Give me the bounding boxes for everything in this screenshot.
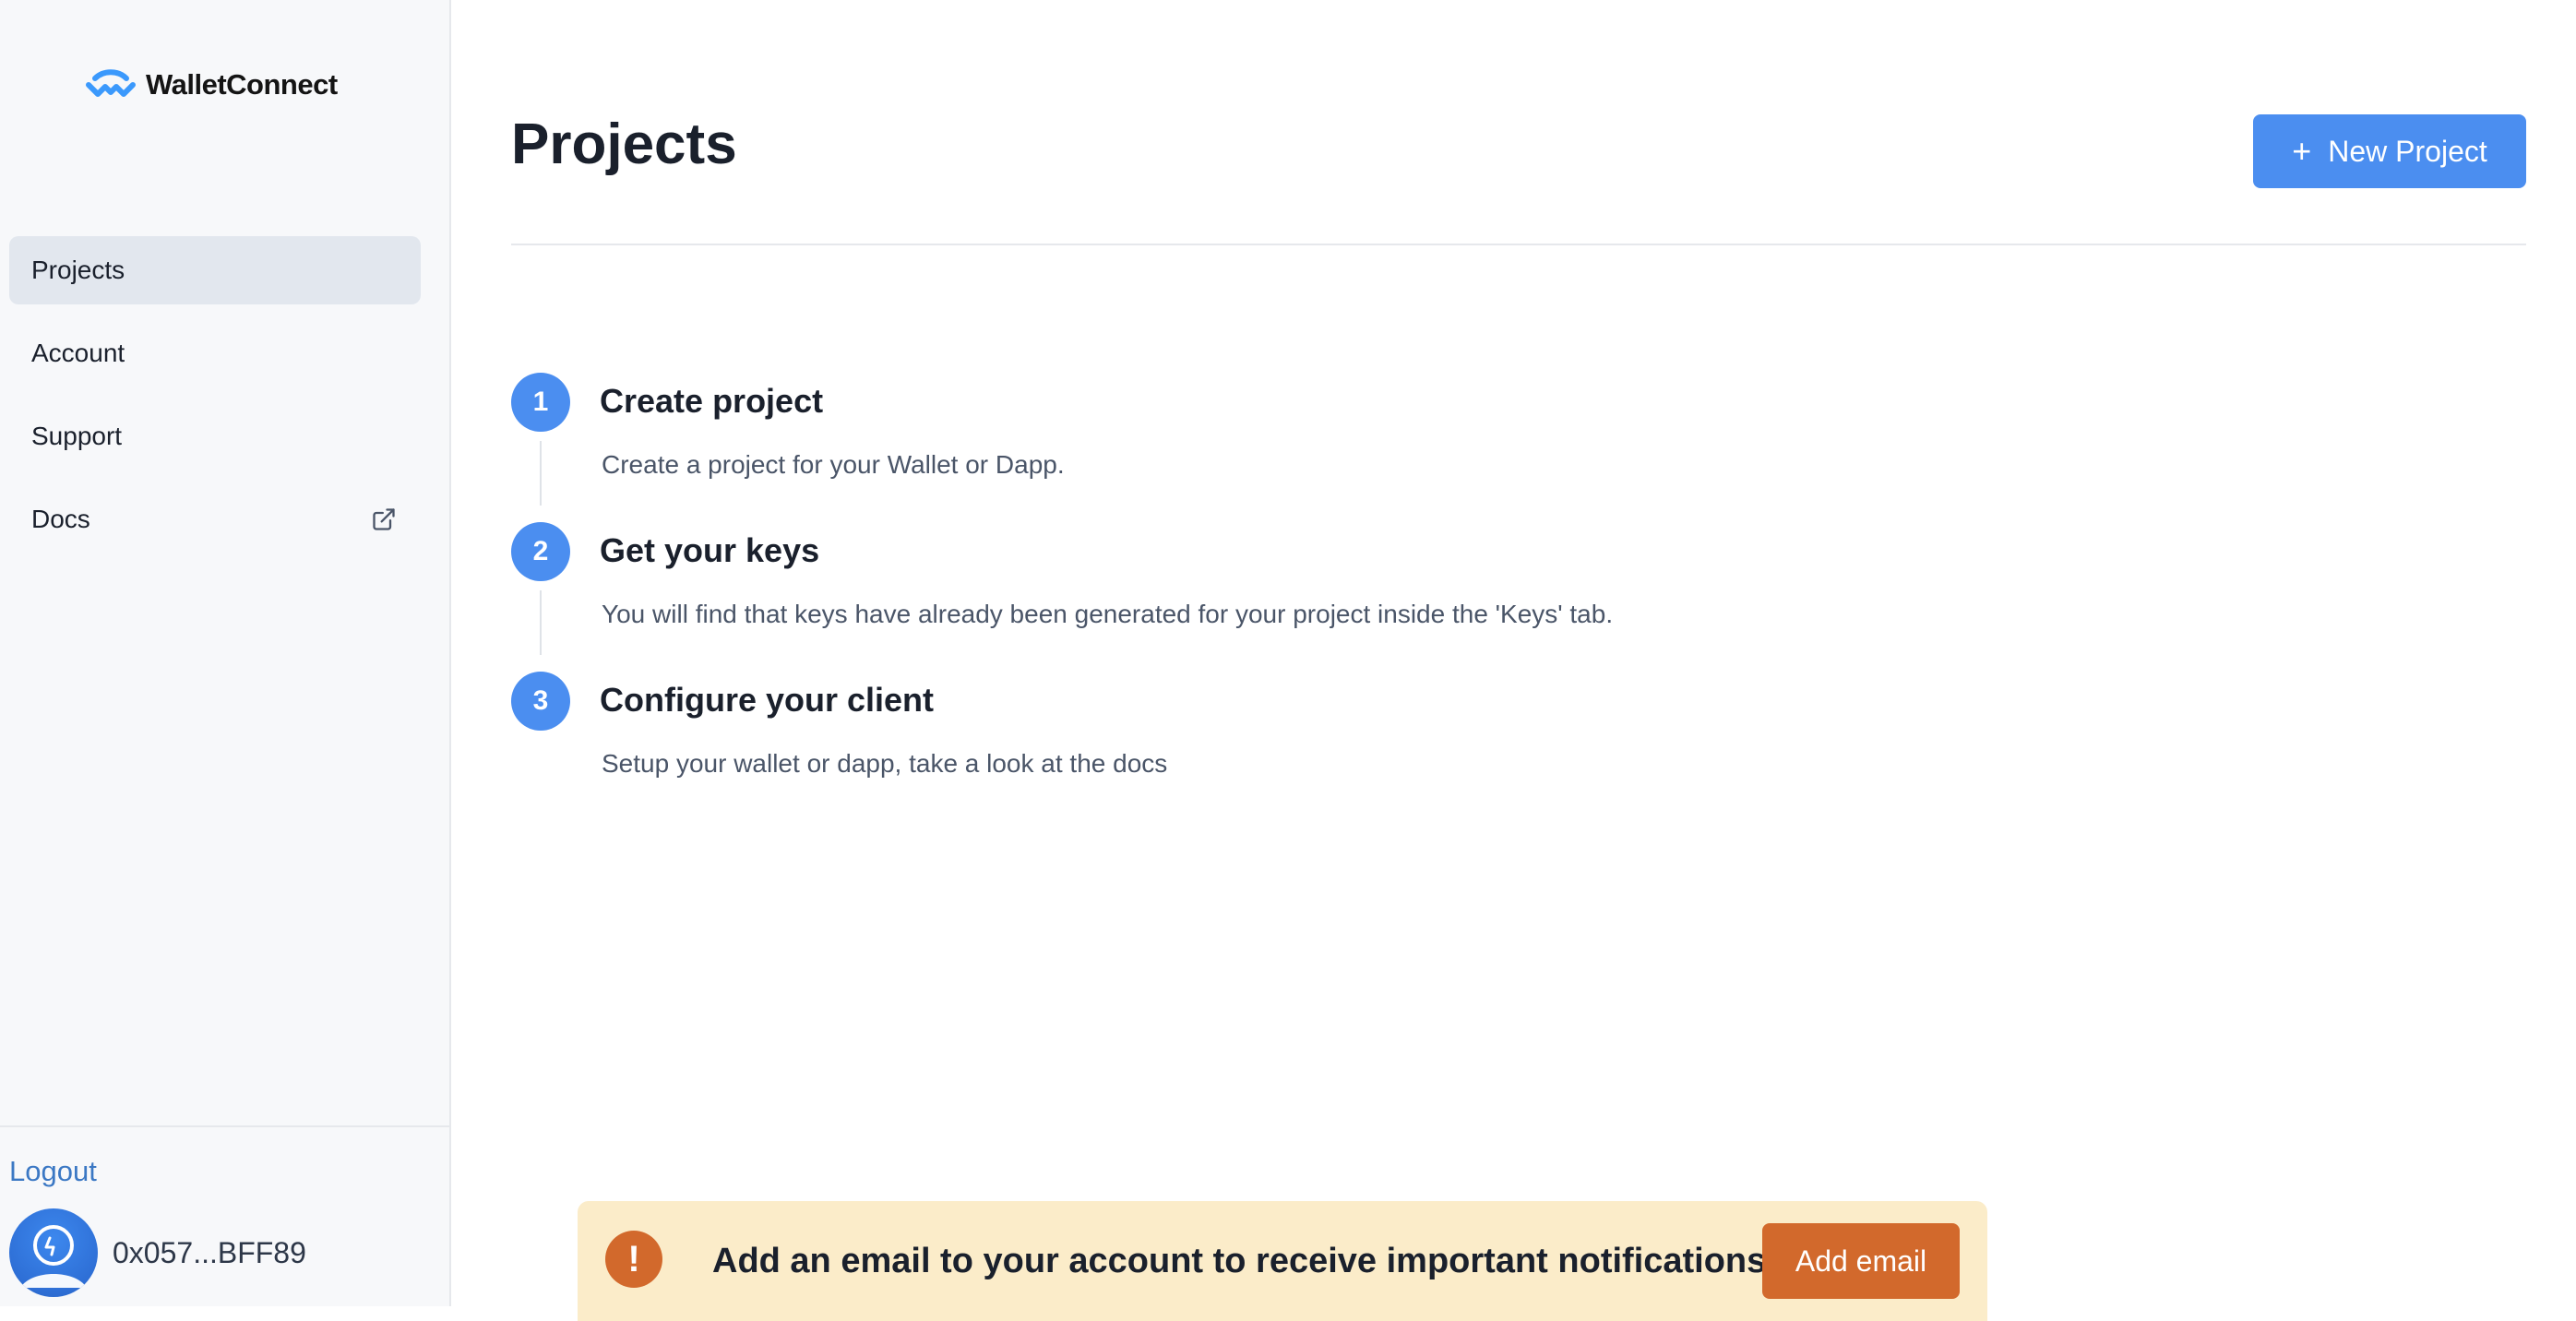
step-description: You will find that keys have already bee… bbox=[602, 600, 1614, 628]
sidebar-item-label: Docs bbox=[31, 505, 90, 533]
sidebar-item-account[interactable]: Account bbox=[9, 319, 421, 387]
user-profile[interactable]: 0x057...BFF89 bbox=[9, 1208, 306, 1297]
step-create-project: 1 Create project Create a project for yo… bbox=[511, 373, 2356, 522]
step-description: Setup your wallet or dapp, take a look a… bbox=[602, 749, 1168, 778]
add-email-button[interactable]: Add email bbox=[1762, 1223, 1960, 1299]
main-content: Projects + New Project 1 Create project … bbox=[511, 0, 2526, 1306]
step-number-badge: 1 bbox=[511, 373, 570, 432]
step-title: Get your keys bbox=[600, 531, 820, 569]
step-configure-client: 3 Configure your client Setup your walle… bbox=[511, 672, 2356, 821]
step-number-badge: 3 bbox=[511, 672, 570, 731]
wallet-address: 0x057...BFF89 bbox=[113, 1235, 306, 1269]
brand-logo[interactable]: WalletConnect bbox=[85, 68, 338, 101]
sidebar-footer: Logout 0x057...BFF89 bbox=[0, 1125, 449, 1297]
header-divider bbox=[511, 244, 2526, 245]
sidebar-item-docs[interactable]: Docs bbox=[9, 485, 421, 553]
step-connector bbox=[540, 590, 542, 655]
sidebar-item-support[interactable]: Support bbox=[9, 402, 421, 470]
step-title: Create project bbox=[600, 382, 824, 420]
external-link-icon bbox=[371, 506, 397, 532]
sidebar-nav: Projects Account Support Docs bbox=[9, 236, 421, 568]
getting-started-steps: 1 Create project Create a project for yo… bbox=[511, 373, 2356, 821]
sidebar-item-label: Support bbox=[31, 422, 123, 450]
walletconnect-logo-icon bbox=[85, 69, 137, 101]
page-title: Projects bbox=[511, 113, 737, 176]
avatar-icon bbox=[9, 1208, 98, 1297]
sidebar-item-label: Account bbox=[31, 339, 125, 367]
step-number-badge: 2 bbox=[511, 522, 570, 581]
exclamation-icon: ! bbox=[605, 1231, 662, 1288]
new-project-button[interactable]: + New Project bbox=[2253, 114, 2526, 188]
step-description: Create a project for your Wallet or Dapp… bbox=[602, 450, 1065, 479]
step-title: Configure your client bbox=[600, 681, 935, 719]
logout-link[interactable]: Logout bbox=[9, 1155, 97, 1188]
banner-message: Add an email to your account to receive … bbox=[712, 1242, 1776, 1280]
step-get-keys: 2 Get your keys You will find that keys … bbox=[511, 522, 2356, 672]
sidebar-item-label: Projects bbox=[31, 256, 125, 284]
email-notification-banner: ! Add an email to your account to receiv… bbox=[578, 1201, 1987, 1321]
plus-icon: + bbox=[2292, 132, 2312, 170]
new-project-label: New Project bbox=[2328, 134, 2487, 168]
step-connector bbox=[540, 441, 542, 506]
sidebar-item-projects[interactable]: Projects bbox=[9, 236, 421, 304]
brand-name: WalletConnect bbox=[146, 68, 338, 101]
sidebar: WalletConnect Projects Account Support D… bbox=[0, 0, 451, 1306]
